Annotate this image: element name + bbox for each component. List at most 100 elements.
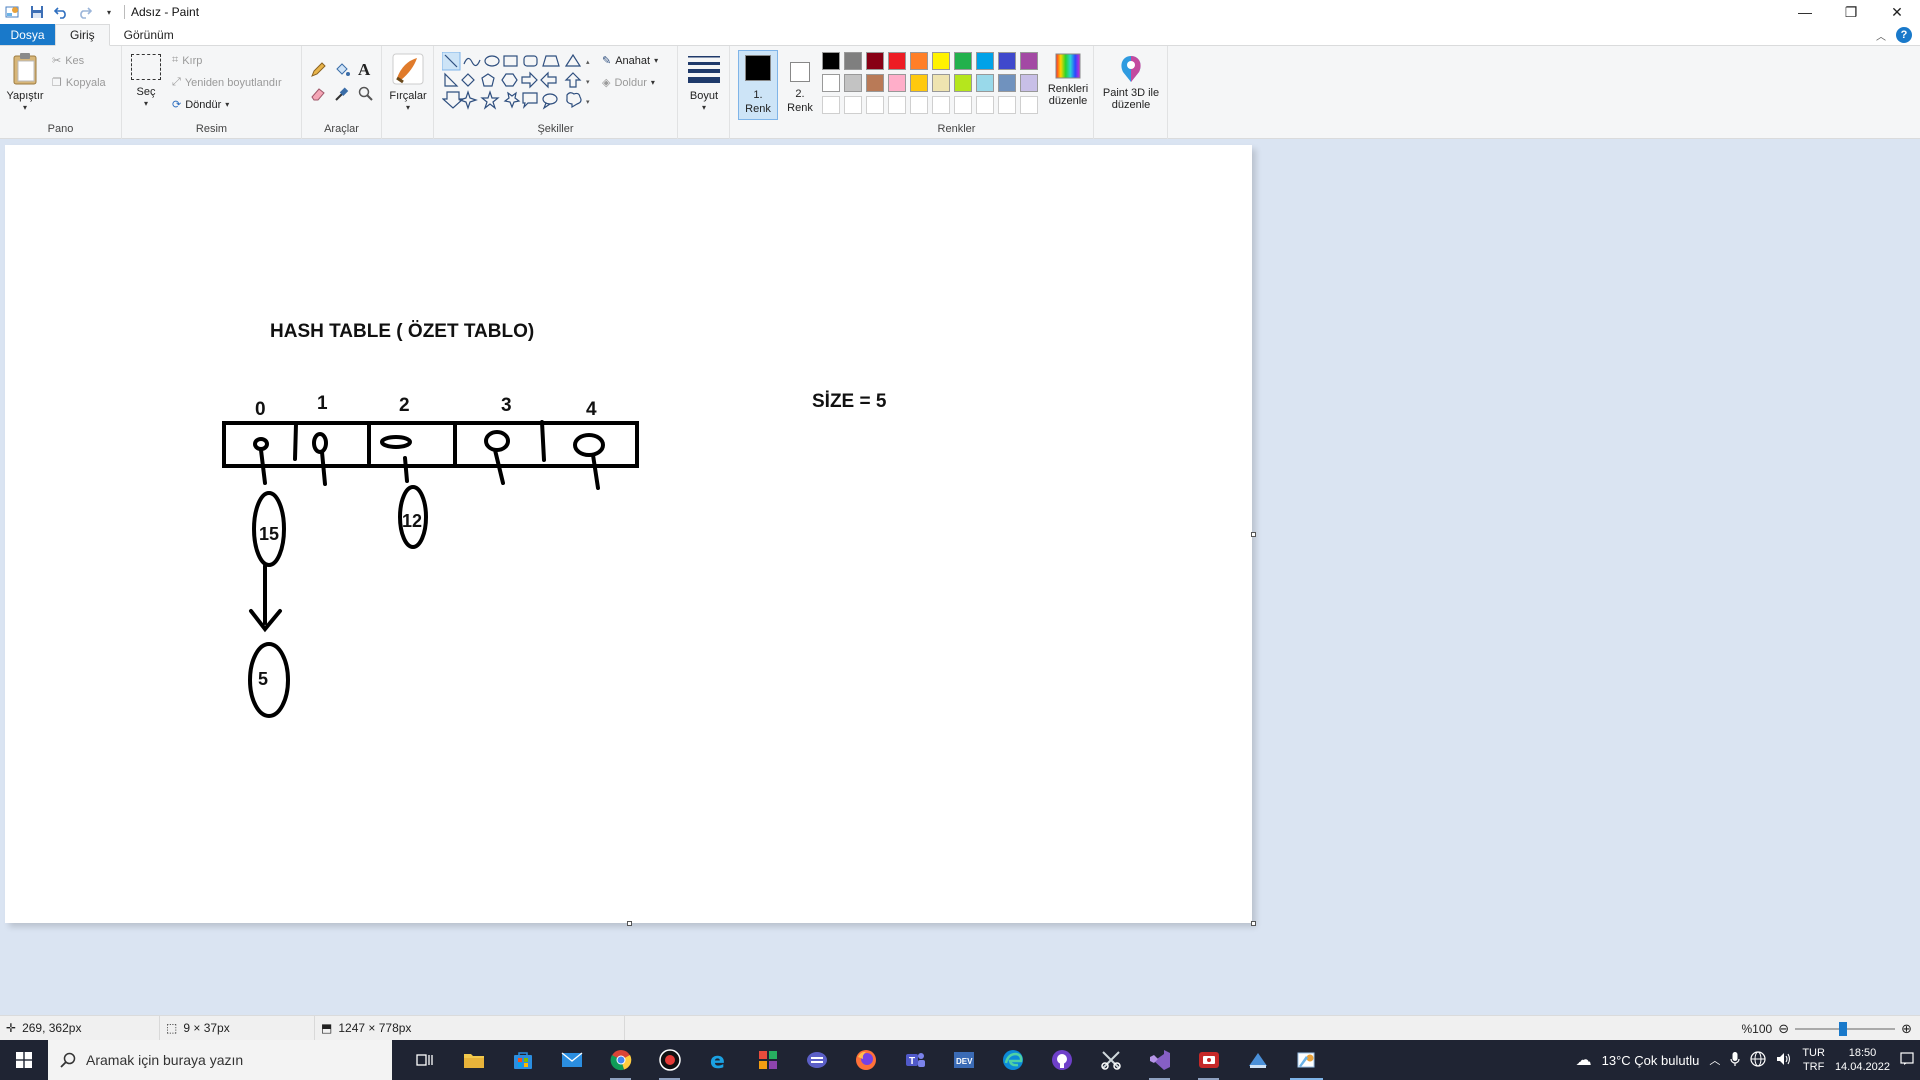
edge-icon[interactable]: [988, 1040, 1037, 1080]
minimize-button[interactable]: —: [1782, 0, 1828, 24]
palette-custom-slot[interactable]: [822, 96, 840, 114]
edit-with-paint3d-button[interactable]: Paint 3D ile düzenle: [1096, 54, 1166, 111]
palette-custom-slot[interactable]: [844, 96, 862, 114]
screen-capture-app-icon[interactable]: [1184, 1040, 1233, 1080]
palette-swatch[interactable]: [844, 74, 862, 92]
microsoft-store-icon[interactable]: [498, 1040, 547, 1080]
palette-swatch[interactable]: [1020, 74, 1038, 92]
notifications-icon[interactable]: [1900, 1051, 1914, 1069]
palette-swatch[interactable]: [932, 52, 950, 70]
close-button[interactable]: ✕: [1874, 0, 1920, 24]
brushes-button[interactable]: Fırçalar ▾: [386, 52, 430, 114]
undo-icon[interactable]: [52, 3, 70, 21]
magnifier-icon[interactable]: [358, 86, 374, 105]
size-button[interactable]: Boyut ▾: [682, 54, 726, 114]
maximize-button[interactable]: ❐: [1828, 0, 1874, 24]
resize-button[interactable]: ⤢ Yeniden boyutlandır: [172, 76, 282, 89]
paste-button[interactable]: Yapıştır ▾: [4, 52, 46, 114]
palette-swatch[interactable]: [998, 52, 1016, 70]
zoom-out-icon[interactable]: ⊖: [1778, 1021, 1789, 1037]
help-icon[interactable]: ?: [1896, 27, 1912, 43]
palette-custom-slot[interactable]: [954, 96, 972, 114]
palette-swatch[interactable]: [822, 52, 840, 70]
zoom-slider-thumb[interactable]: [1839, 1021, 1848, 1036]
microphone-icon[interactable]: [1730, 1051, 1740, 1070]
palette-swatch[interactable]: [866, 52, 884, 70]
palette-custom-slot[interactable]: [998, 96, 1016, 114]
screen-recorder-icon[interactable]: [645, 1040, 694, 1080]
zoom-in-icon[interactable]: ⊕: [1901, 1021, 1912, 1037]
pencil-icon[interactable]: [310, 62, 326, 81]
chrome-icon[interactable]: [596, 1040, 645, 1080]
input-language[interactable]: TUR TRF: [1802, 1046, 1825, 1074]
palette-custom-slot[interactable]: [1020, 96, 1038, 114]
rotate-button[interactable]: ⟳ Döndür ▾: [172, 98, 229, 112]
network-globe-icon[interactable]: [1750, 1050, 1766, 1070]
palette-swatch[interactable]: [910, 74, 928, 92]
palette-custom-slot[interactable]: [866, 96, 884, 114]
weather-text[interactable]: 13°C Çok bulutlu: [1602, 1053, 1700, 1068]
palette-swatch[interactable]: [866, 74, 884, 92]
palette-custom-slot[interactable]: [932, 96, 950, 114]
canvas-resize-handle-bottom[interactable]: [627, 921, 632, 926]
fill-bucket-icon[interactable]: [334, 62, 350, 81]
teams-icon[interactable]: T: [890, 1040, 939, 1080]
palette-swatch[interactable]: [1020, 52, 1038, 70]
save-icon[interactable]: [28, 3, 46, 21]
palette-swatch[interactable]: [976, 52, 994, 70]
palette-swatch[interactable]: [888, 52, 906, 70]
drawing-canvas[interactable]: HASH TABLE ( ÖZET TABLO) SİZE = 5 0 1 2 …: [5, 145, 1252, 923]
weather-cloud-icon[interactable]: ☁: [1576, 1050, 1592, 1070]
tray-overflow-chevron-up-icon[interactable]: ︿: [1709, 1052, 1720, 1068]
edit-colors-button[interactable]: Renkleri düzenle: [1044, 52, 1092, 107]
tab-file[interactable]: Dosya: [0, 24, 55, 45]
clock[interactable]: 18:50 14.04.2022: [1835, 1046, 1890, 1074]
palette-swatch[interactable]: [932, 74, 950, 92]
crop-button[interactable]: ⌗ Kırp: [172, 54, 202, 67]
remote-desktop-icon[interactable]: [1233, 1040, 1282, 1080]
outline-button[interactable]: ✎ Anahat ▾: [602, 54, 658, 68]
color-picker-icon[interactable]: [334, 86, 350, 105]
dev-app-icon[interactable]: DEV: [939, 1040, 988, 1080]
select-button[interactable]: Seç ▾: [128, 54, 164, 110]
notes-app-icon[interactable]: [792, 1040, 841, 1080]
customize-toolbar-chevron-down-icon[interactable]: ▾: [100, 3, 118, 21]
palette-swatch[interactable]: [888, 74, 906, 92]
palette-swatch[interactable]: [910, 52, 928, 70]
palette-custom-slot[interactable]: [976, 96, 994, 114]
paint-app-icon[interactable]: [4, 3, 22, 21]
copy-button[interactable]: ❐ Kopyala: [52, 76, 106, 90]
text-tool-icon[interactable]: A: [358, 60, 370, 80]
canvas-resize-handle-right[interactable]: [1251, 532, 1256, 537]
paint-taskbar-icon[interactable]: [1282, 1040, 1331, 1080]
palette-swatch[interactable]: [822, 74, 840, 92]
color2-button[interactable]: 2. Renk: [782, 50, 818, 120]
palette-swatch[interactable]: [976, 74, 994, 92]
palette-swatch[interactable]: [844, 52, 862, 70]
redo-icon[interactable]: [76, 3, 94, 21]
mail-icon[interactable]: [547, 1040, 596, 1080]
cut-button[interactable]: ✂ Kes: [52, 54, 84, 68]
canvas-resize-handle-corner[interactable]: [1251, 921, 1256, 926]
palette-custom-slot[interactable]: [888, 96, 906, 114]
palette-swatch[interactable]: [954, 52, 972, 70]
palette-custom-slot[interactable]: [910, 96, 928, 114]
file-explorer-icon[interactable]: [449, 1040, 498, 1080]
tab-view[interactable]: Görünüm: [110, 24, 188, 45]
snipping-tool-icon[interactable]: [1086, 1040, 1135, 1080]
zoom-slider[interactable]: [1795, 1021, 1896, 1036]
palette-swatch[interactable]: [954, 74, 972, 92]
visual-studio-icon[interactable]: [1135, 1040, 1184, 1080]
color1-button[interactable]: 1. Renk: [738, 50, 778, 120]
internet-explorer-icon[interactable]: e: [694, 1040, 743, 1080]
volume-icon[interactable]: [1776, 1051, 1792, 1070]
fill-button[interactable]: ◈ Doldur ▾: [602, 76, 655, 90]
tab-home[interactable]: Giriş: [55, 24, 110, 46]
eraser-icon[interactable]: [310, 86, 326, 105]
firefox-icon[interactable]: [841, 1040, 890, 1080]
task-view-icon[interactable]: [400, 1040, 449, 1080]
github-icon[interactable]: [1037, 1040, 1086, 1080]
start-button[interactable]: [0, 1040, 48, 1080]
taskbar-search[interactable]: Aramak için buraya yazın: [48, 1040, 392, 1080]
office-apps-icon[interactable]: [743, 1040, 792, 1080]
